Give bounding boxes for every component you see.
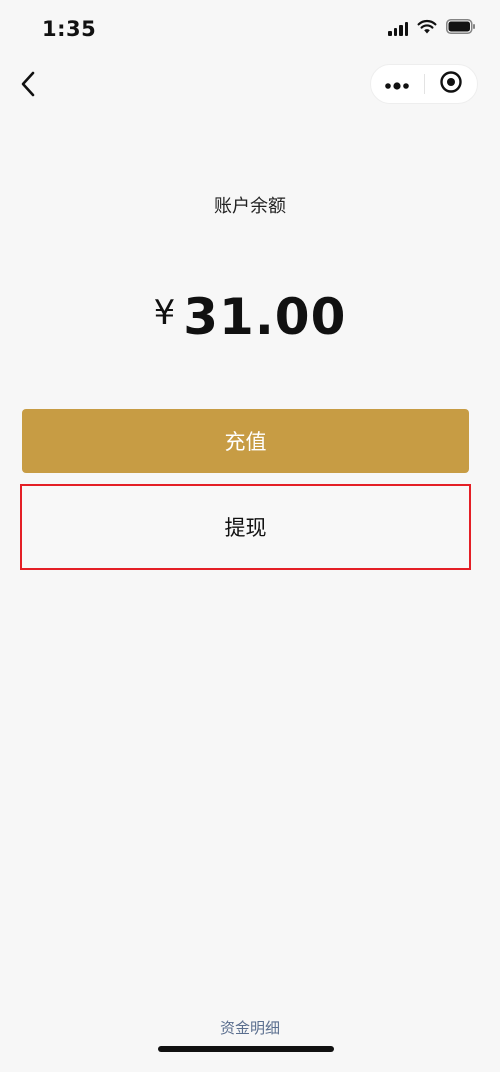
status-time: 1:35 (42, 17, 97, 41)
battery-icon (446, 19, 476, 38)
more-button[interactable] (371, 65, 424, 103)
status-icons (388, 19, 476, 38)
home-indicator (158, 1046, 334, 1052)
recharge-button-label: 充值 (224, 430, 267, 454)
target-circle-icon (439, 70, 463, 98)
back-button[interactable] (8, 66, 48, 106)
withdraw-button[interactable]: 提现 (20, 484, 471, 570)
chevron-left-icon (19, 70, 37, 102)
recharge-button[interactable]: 充值 (22, 409, 469, 473)
currency-symbol: ¥ (153, 293, 176, 333)
withdraw-button-label: 提现 (224, 516, 267, 540)
balance-value: 31.00 (183, 288, 347, 346)
mini-program-capsule (370, 64, 478, 104)
nav-bar (0, 60, 500, 112)
close-mini-program-button[interactable] (424, 65, 477, 103)
wifi-icon (417, 19, 437, 38)
fund-detail-link[interactable]: 资金明细 (0, 1017, 500, 1038)
balance-amount: ¥31.00 (0, 288, 500, 346)
more-dots-icon (384, 75, 410, 94)
cellular-signal-icon (388, 21, 408, 36)
status-bar: 1:35 (0, 0, 500, 60)
balance-label: 账户余额 (214, 196, 286, 217)
